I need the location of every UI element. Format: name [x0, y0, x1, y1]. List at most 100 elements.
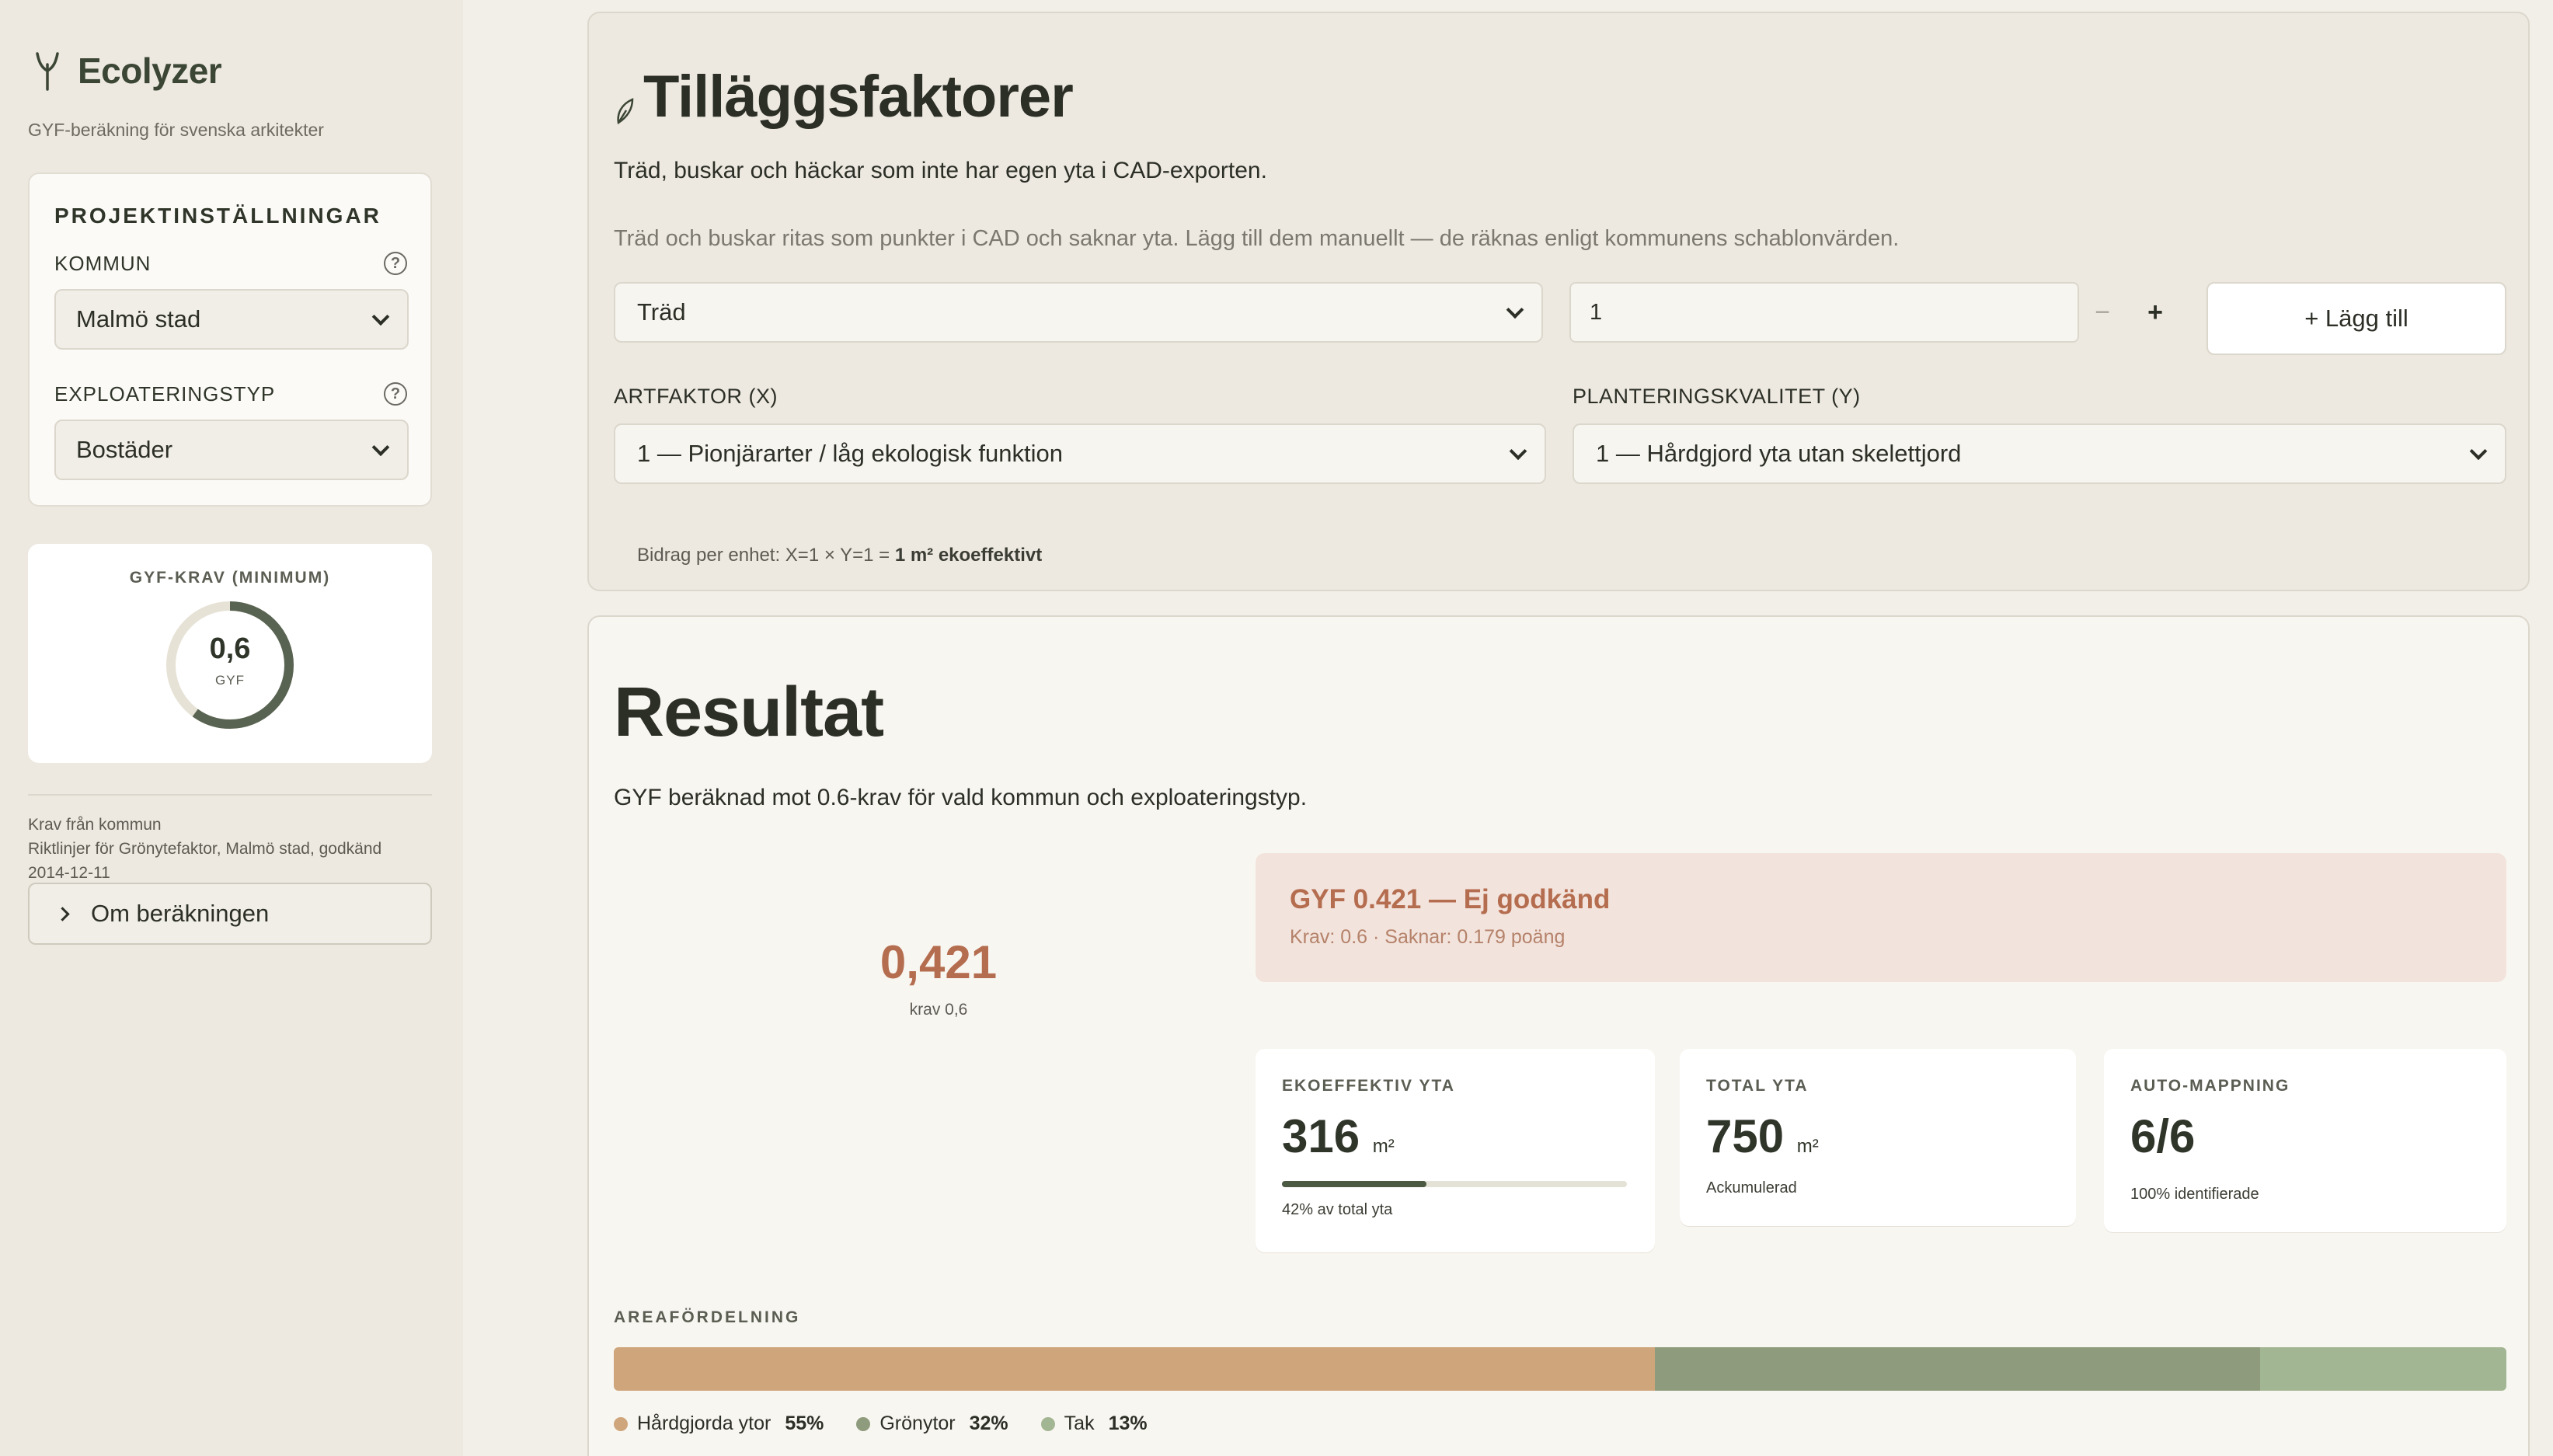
- legend-item: Grönytor 32%: [856, 1412, 1008, 1435]
- stat-total-yta: TOTAL YTA 750 m² Ackumulerad: [1680, 1049, 2076, 1226]
- gyf-score: 0,421: [879, 936, 998, 988]
- stat-unit: m²: [1796, 1136, 1819, 1157]
- legend-percent: 13%: [1108, 1412, 1148, 1434]
- stat-note: Ackumulerad: [1706, 1179, 1797, 1196]
- artfaktor-value: 1 — Pionjärarter / låg ekologisk funktio…: [637, 440, 1063, 467]
- requirement-source: Krav från kommun Riktlinjer för Grönytef…: [28, 813, 381, 885]
- source-line: 2014-12-11: [28, 864, 110, 882]
- gyf-score-requirement: krav 0,6: [909, 1001, 968, 1019]
- gyf-requirement-value: 0,6: [209, 632, 251, 665]
- exploatering-label: EXPLOATERINGSTYP: [54, 382, 276, 406]
- area-distribution-legend: Hårdgjorda ytor 55% Grönytor 32% Tak 13%: [614, 1412, 1148, 1435]
- chevron-right-icon: [55, 906, 70, 921]
- vegetation-type-value: Träd: [637, 298, 686, 326]
- quantity-stepper[interactable]: 1 − +: [1569, 282, 2163, 343]
- area-distribution-label: AREAFÖRDELNING: [614, 1308, 801, 1326]
- quantity-value: 1: [1590, 299, 1603, 325]
- exploatering-select-value: Bostäder: [76, 436, 173, 463]
- help-icon[interactable]: ?: [384, 252, 407, 275]
- stat-value: 6/6: [2130, 1110, 2196, 1162]
- area-distribution-bar: [614, 1347, 2506, 1391]
- stat-label: AUTO-MAPPNING: [2130, 1077, 2290, 1095]
- stat-auto-mappning: AUTO-MAPPNING 6/6 100% identifierade: [2104, 1049, 2506, 1232]
- stat-ekoeffektiv-yta: EKOEFFEKTIV YTA 316 m² 42% av total yta: [1256, 1049, 1655, 1252]
- chevron-down-icon: [1506, 301, 1524, 319]
- app-subtitle: GYF-beräkning för svenska arkitekter: [28, 120, 324, 140]
- legend-name: Hårdgjorda ytor: [637, 1412, 771, 1434]
- chevron-down-icon: [1509, 442, 1527, 461]
- decrement-button[interactable]: −: [2095, 298, 2110, 328]
- kommun-select[interactable]: Malmö stad: [54, 289, 409, 350]
- artfaktor-select[interactable]: 1 — Pionjärarter / låg ekologisk funktio…: [614, 423, 1546, 484]
- contribution-value: 1 m² ekoeffektivt: [894, 545, 1043, 566]
- gyf-requirement-unit: GYF: [215, 673, 245, 688]
- chevron-down-icon: [371, 308, 390, 326]
- additional-factors-description: Träd, buskar och häckar som inte har ege…: [614, 158, 1267, 183]
- legend-percent: 32%: [969, 1412, 1008, 1434]
- area-segment: [2260, 1347, 2506, 1391]
- planteringskvalitet-value: 1 — Hårdgjord yta utan skelettjord: [1596, 440, 1962, 467]
- stat-number: 316: [1282, 1110, 1360, 1162]
- stat-label: TOTAL YTA: [1706, 1077, 1809, 1095]
- chevron-down-icon: [2469, 442, 2488, 461]
- increment-button[interactable]: +: [2147, 298, 2163, 328]
- progress-fill: [1282, 1181, 1427, 1187]
- area-segment: [1654, 1347, 2261, 1391]
- stat-label: EKOEFFEKTIV YTA: [1282, 1077, 1455, 1095]
- vegetation-type-select[interactable]: Träd: [614, 282, 1543, 343]
- kommun-select-value: Malmö stad: [76, 305, 201, 333]
- leaf-icon: [617, 98, 634, 125]
- gyf-requirement-gauge: 0,6 GYF: [165, 600, 295, 730]
- divider: [28, 794, 432, 796]
- additional-factors-heading: Tilläggsfaktorer: [614, 63, 1074, 131]
- settings-title: PROJEKTINSTÄLLNINGAR: [54, 204, 381, 228]
- additional-factors-hint: Träd och buskar ritas som punkter i CAD …: [614, 226, 1900, 251]
- result-subtitle: GYF beräknad mot 0.6-krav för vald kommu…: [614, 785, 1308, 810]
- legend-dot: [1040, 1416, 1055, 1431]
- kommun-label: KOMMUN: [54, 252, 152, 275]
- legend-name: Grönytor: [879, 1412, 956, 1434]
- stepper-buttons: − +: [2095, 284, 2163, 341]
- add-factor-button[interactable]: + Lägg till: [2206, 282, 2506, 355]
- result-status-title: GYF 0.421 — Ej godkänd: [1290, 884, 1611, 914]
- stat-unit: m²: [1372, 1136, 1395, 1157]
- legend-dot: [856, 1416, 871, 1431]
- legend-dot: [614, 1416, 628, 1431]
- about-calculation-toggle[interactable]: Om beräkningen: [28, 883, 432, 945]
- artfaktor-label: ARTFAKTOR (X): [614, 385, 778, 408]
- additional-factors-panel: Tilläggsfaktorer Träd, buskar och häckar…: [587, 12, 2530, 591]
- area-segment: [614, 1347, 1655, 1391]
- project-settings-card: PROJEKTINSTÄLLNINGAR KOMMUN ? Malmö stad…: [28, 172, 432, 507]
- contribution-formula: Bidrag per enhet: X=1 × Y=1 =: [637, 545, 895, 566]
- chevron-down-icon: [371, 438, 390, 457]
- planteringskvalitet-select[interactable]: 1 — Hårdgjord yta utan skelettjord: [1573, 423, 2506, 484]
- result-status-detail: Krav: 0.6 · Saknar: 0.179 poäng: [1290, 926, 1566, 948]
- legend-percent: 55%: [785, 1412, 824, 1434]
- source-line: Riktlinjer för Grönytefaktor, Malmö stad…: [28, 840, 382, 858]
- planteringskvalitet-label: PLANTERINGSKVALITET (Y): [1573, 385, 1861, 408]
- ekoeffektiv-progress-bar: [1282, 1181, 1627, 1187]
- stat-note: 42% av total yta: [1282, 1201, 1393, 1218]
- gyf-requirement-title: GYF-KRAV (MINIMUM): [129, 569, 331, 587]
- stat-value: 316 m²: [1282, 1109, 1395, 1163]
- result-title: Resultat: [614, 674, 884, 751]
- help-icon[interactable]: ?: [384, 382, 407, 406]
- stat-note: 100% identifierade: [2130, 1186, 2259, 1203]
- additional-factors-title: Tilläggsfaktorer: [643, 64, 1074, 130]
- gyf-requirement-card: GYF-KRAV (MINIMUM) 0,6 GYF: [28, 544, 432, 763]
- contribution-per-unit: Bidrag per enhet: X=1 × Y=1 = 1 m² ekoef…: [637, 545, 1042, 566]
- result-panel: Resultat GYF beräknad mot 0.6-krav för v…: [587, 615, 2530, 1456]
- result-status-alert: GYF 0.421 — Ej godkänd Krav: 0.6 · Sakna…: [1256, 853, 2506, 982]
- legend-item: Tak 13%: [1040, 1412, 1148, 1435]
- sidebar: Ecolyzer GYF-beräkning för svenska arkit…: [0, 0, 463, 1456]
- legend-item: Hårdgjorda ytor 55%: [614, 1412, 824, 1435]
- source-line: Krav från kommun: [28, 816, 162, 834]
- exploatering-select[interactable]: Bostäder: [54, 420, 409, 480]
- about-calculation-label: Om beräkningen: [91, 900, 270, 927]
- app-name: Ecolyzer: [78, 51, 222, 91]
- stat-value: 750 m²: [1706, 1109, 1819, 1163]
- legend-name: Tak: [1064, 1412, 1095, 1434]
- stat-number: 750: [1706, 1110, 1785, 1162]
- sprout-icon: [36, 52, 59, 91]
- brand: Ecolyzer: [34, 50, 222, 92]
